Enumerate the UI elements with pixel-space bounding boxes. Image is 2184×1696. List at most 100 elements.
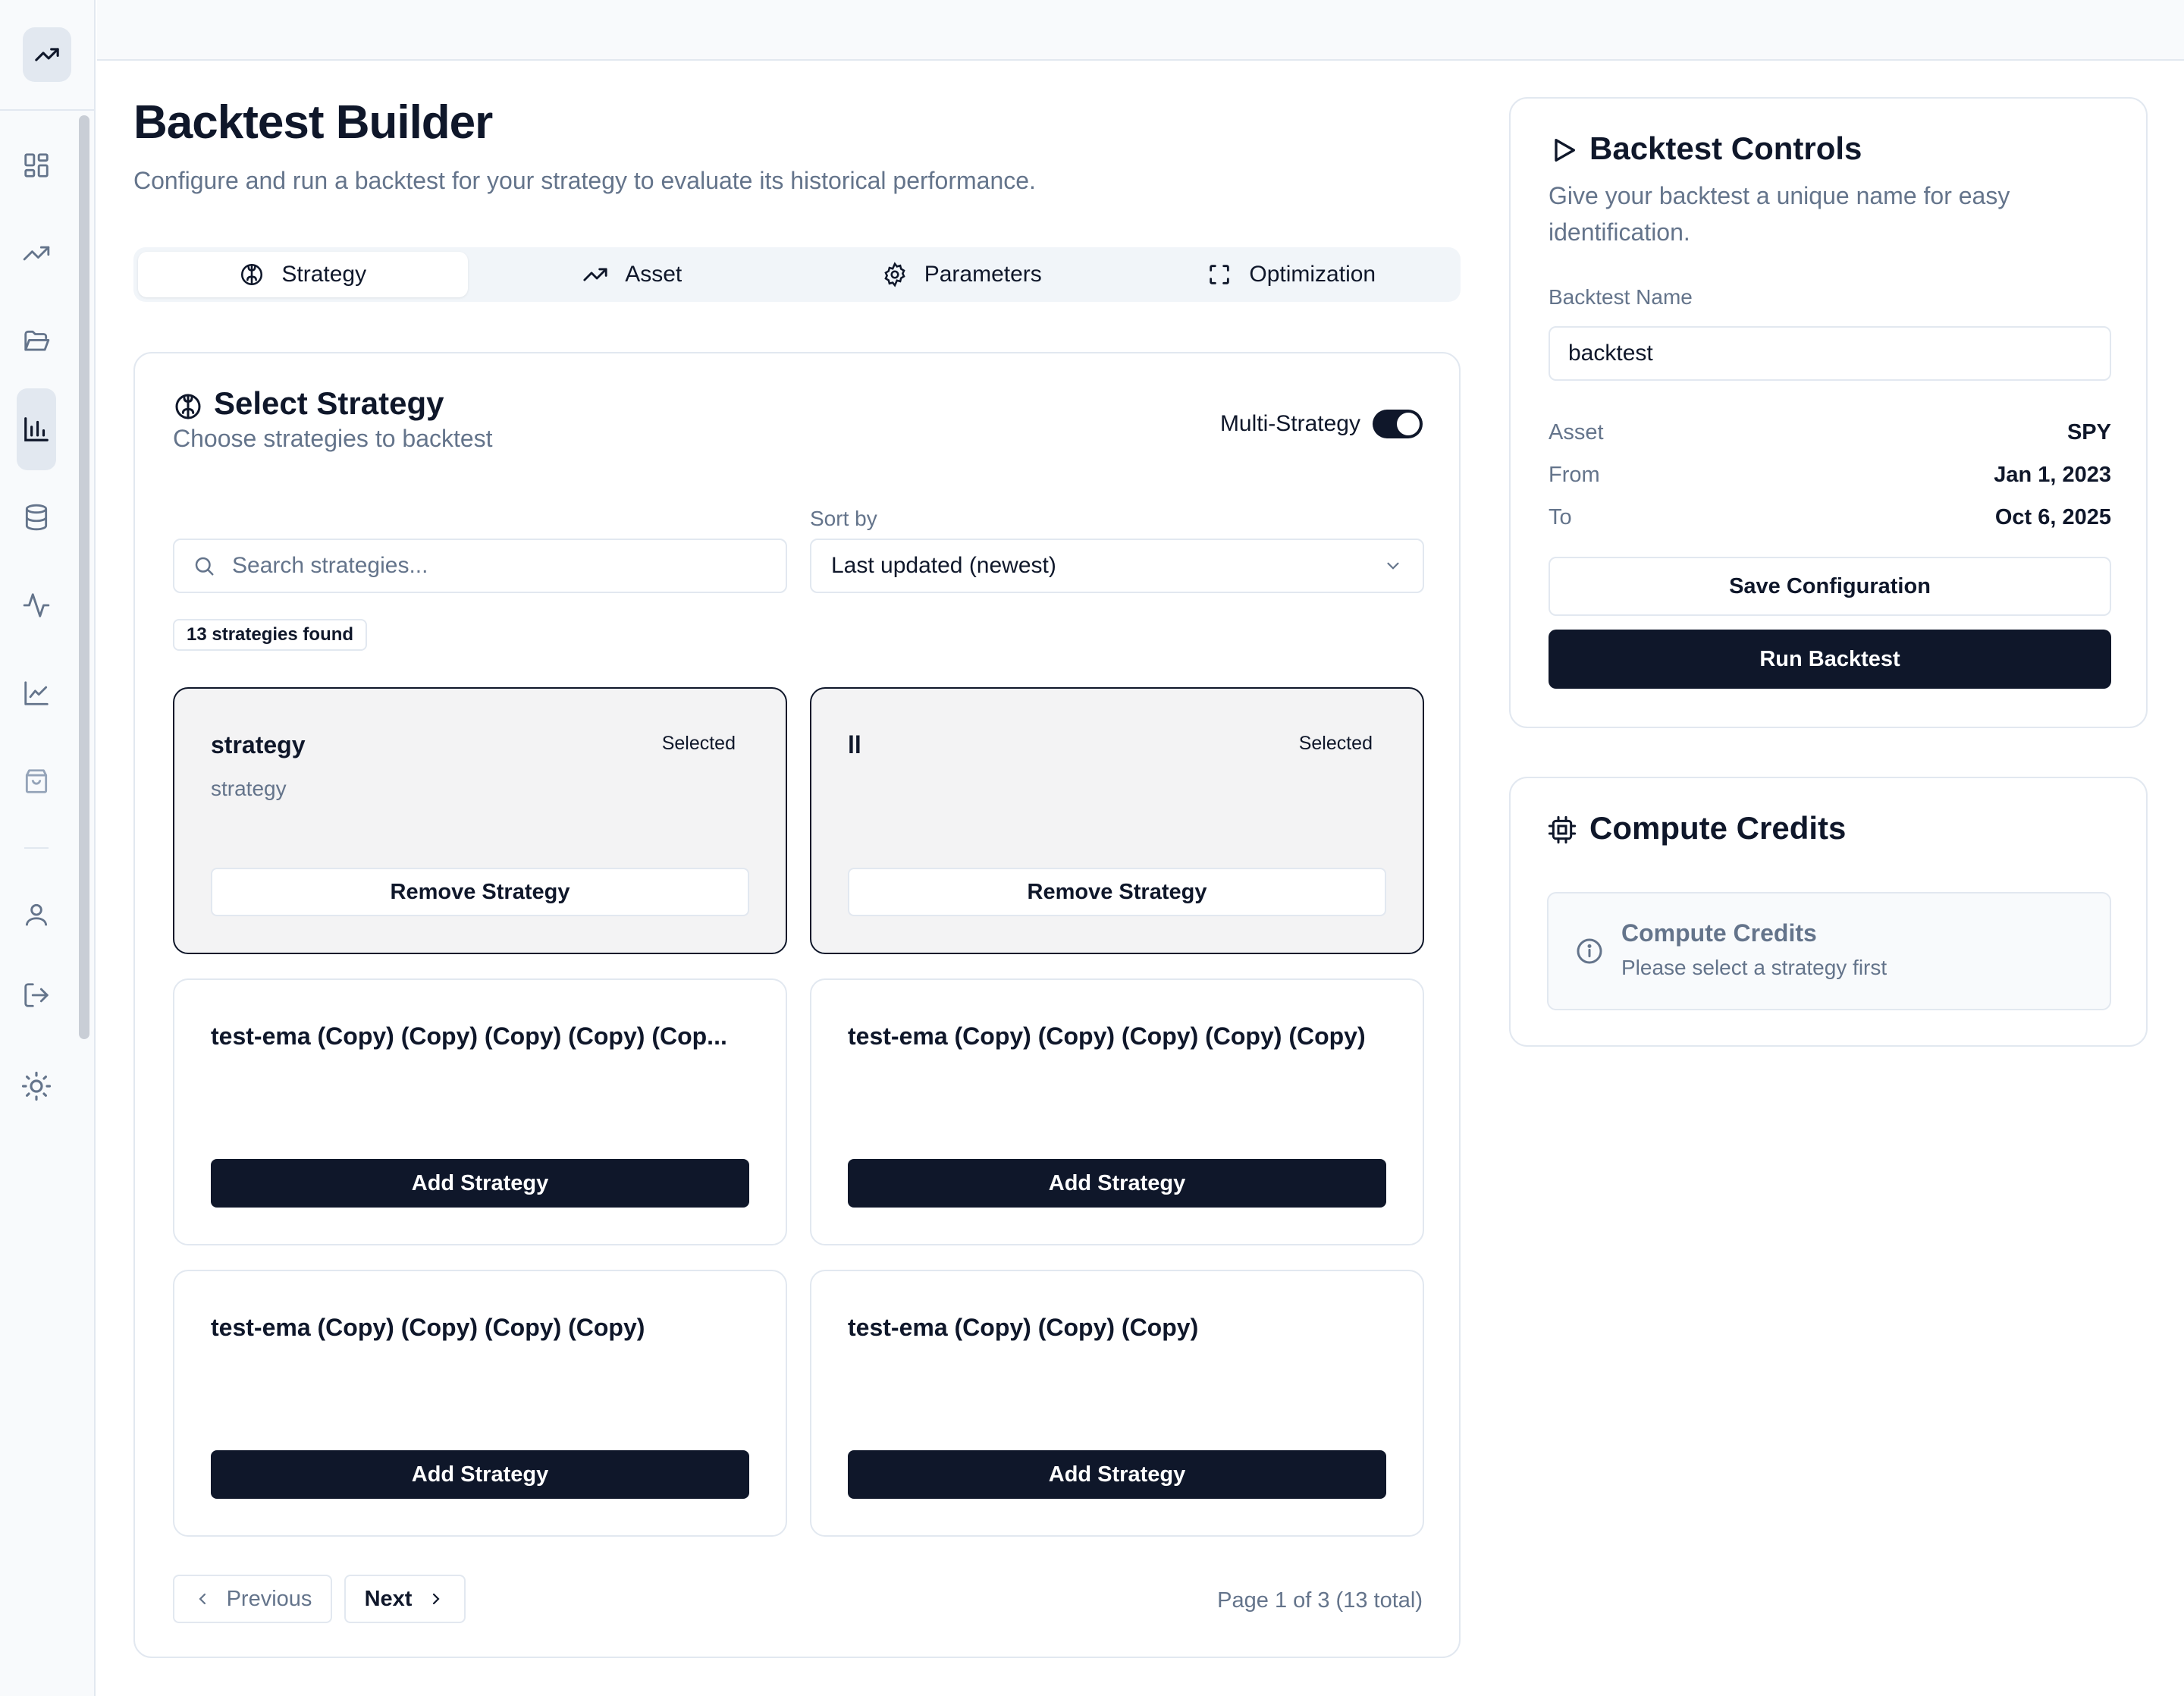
from-label: From [1549,463,1600,487]
previous-page-button[interactable]: Previous [173,1575,332,1623]
gear-icon [882,262,908,287]
nav-folders[interactable] [17,322,56,361]
nav-dashboard[interactable] [17,146,56,185]
controls-title: Backtest Controls [1589,130,1862,166]
sort-select-value: Last updated (newest) [831,553,1056,578]
select-strategy-card: Select Strategy Choose strategies to bac… [133,352,1461,1658]
strategy-description: strategy [211,777,287,800]
strategy-name: test-ema (Copy) (Copy) (Copy) (Copy) (Co… [211,1022,727,1050]
selected-badge: Selected [661,733,736,754]
nav-profile[interactable] [17,895,56,934]
strategy-card[interactable]: test-ema (Copy) (Copy) (Copy) Add Strate… [810,1270,1424,1537]
strategy-name: test-ema (Copy) (Copy) (Copy) [848,1314,1199,1341]
asset-row: Asset SPY [1549,420,2111,445]
backtest-name-input[interactable] [1549,326,2111,381]
chevron-down-icon [1383,556,1403,576]
strategy-name: test-ema (Copy) (Copy) (Copy) (Copy) (Co… [848,1022,1366,1050]
grid-icon [22,151,51,180]
next-label: Next [364,1586,413,1611]
multi-strategy-toggle[interactable] [1373,410,1423,438]
multi-strategy-label: Multi-Strategy [1219,411,1360,436]
credits-title: Compute Credits [1589,810,1847,846]
bar-chart-icon [22,415,51,444]
page-subtitle: Configure and run a backtest for your st… [133,167,1036,194]
strategy-name: test-ema (Copy) (Copy) (Copy) (Copy) [211,1314,645,1341]
info-icon [1574,936,1605,966]
page-info: Page 1 of 3 (13 total) [1217,1588,1423,1613]
chevron-left-icon [193,1590,212,1608]
previous-label: Previous [226,1586,312,1611]
nav-trends[interactable] [17,234,56,273]
play-icon [1549,135,1579,165]
activity-icon [22,591,51,620]
asset-label: Asset [1549,420,1604,444]
add-strategy-button[interactable]: Add Strategy [211,1159,749,1208]
brain-icon [239,262,265,287]
backtest-controls-panel: Backtest Controls Give your backtest a u… [1509,97,2148,728]
tab-strategy[interactable]: Strategy [138,252,468,297]
top-bar [97,0,2184,61]
sun-icon [20,1070,52,1102]
save-configuration-button[interactable]: Save Configuration [1549,557,2111,616]
strategy-card[interactable]: test-ema (Copy) (Copy) (Copy) (Copy) (Co… [810,978,1424,1245]
to-value: Oct 6, 2025 [1994,505,2111,529]
chevron-right-icon [427,1590,445,1608]
tab-parameters[interactable]: Parameters [797,252,1127,297]
run-backtest-button[interactable]: Run Backtest [1549,630,2111,689]
next-page-button[interactable]: Next [344,1575,466,1623]
scan-icon [1207,262,1232,287]
brain-icon [173,391,203,422]
nav-logout[interactable] [17,975,56,1015]
from-row: From Jan 1, 2023 [1549,463,2111,488]
sidebar-header [0,0,94,111]
search-field [173,539,787,593]
credits-box-title: Compute Credits [1621,919,1817,947]
from-value: Jan 1, 2023 [1994,463,2111,487]
strategy-card[interactable]: ll Selected Remove Strategy [810,687,1424,954]
add-strategy-button[interactable]: Add Strategy [848,1159,1386,1208]
shopping-bag-icon [22,767,51,796]
credits-info-box: Compute Credits Please select a strategy… [1547,892,2111,1010]
nav-activity[interactable] [17,586,56,625]
search-input[interactable] [232,553,763,579]
trending-up-icon [34,42,60,68]
strategy-card[interactable]: test-ema (Copy) (Copy) (Copy) (Copy) (Co… [173,978,787,1245]
log-out-icon [22,981,51,1010]
sidebar-scrollbar[interactable] [79,115,89,1039]
search-icon [193,554,215,577]
nav-backtest[interactable] [17,388,56,470]
sidebar-scroll-track [94,111,96,1135]
nav-database[interactable] [17,498,56,537]
add-strategy-button[interactable]: Add Strategy [848,1450,1386,1499]
nav-marketplace[interactable] [17,762,56,801]
sort-select[interactable]: Last updated (newest) [810,539,1424,593]
tab-optimization[interactable]: Optimization [1127,252,1457,297]
line-chart-icon [22,679,51,708]
tab-optimization-label: Optimization [1249,262,1376,287]
toggle-knob [1397,413,1420,435]
nav-charts[interactable] [17,674,56,713]
credits-box-message: Please select a strategy first [1621,956,1887,979]
strategies-count-badge: 13 strategies found [173,619,368,651]
logo[interactable] [23,27,71,82]
strategy-card[interactable]: test-ema (Copy) (Copy) (Copy) (Copy) Add… [173,1270,787,1537]
backtest-name-label: Backtest Name [1549,285,1693,309]
remove-strategy-button[interactable]: Remove Strategy [211,868,749,916]
selected-badge: Selected [1298,733,1373,754]
tab-asset-label: Asset [625,262,682,287]
strategy-card[interactable]: strategy strategy Selected Remove Strate… [173,687,787,954]
tab-asset[interactable]: Asset [468,252,798,297]
add-strategy-button[interactable]: Add Strategy [211,1450,749,1499]
remove-strategy-button[interactable]: Remove Strategy [848,868,1386,916]
strategy-name: strategy [211,731,306,758]
select-strategy-title: Select Strategy [214,385,444,421]
trending-up-icon [582,262,608,287]
database-icon [22,503,51,532]
strategy-name: ll [848,731,861,758]
sidebar-divider [24,847,49,849]
select-strategy-subtitle: Choose strategies to backtest [173,425,493,452]
trending-up-icon [22,239,51,268]
sort-label: Sort by [810,507,877,530]
theme-toggle[interactable] [17,1066,56,1106]
compute-credits-panel: Compute Credits Compute Credits Please s… [1509,777,2148,1047]
